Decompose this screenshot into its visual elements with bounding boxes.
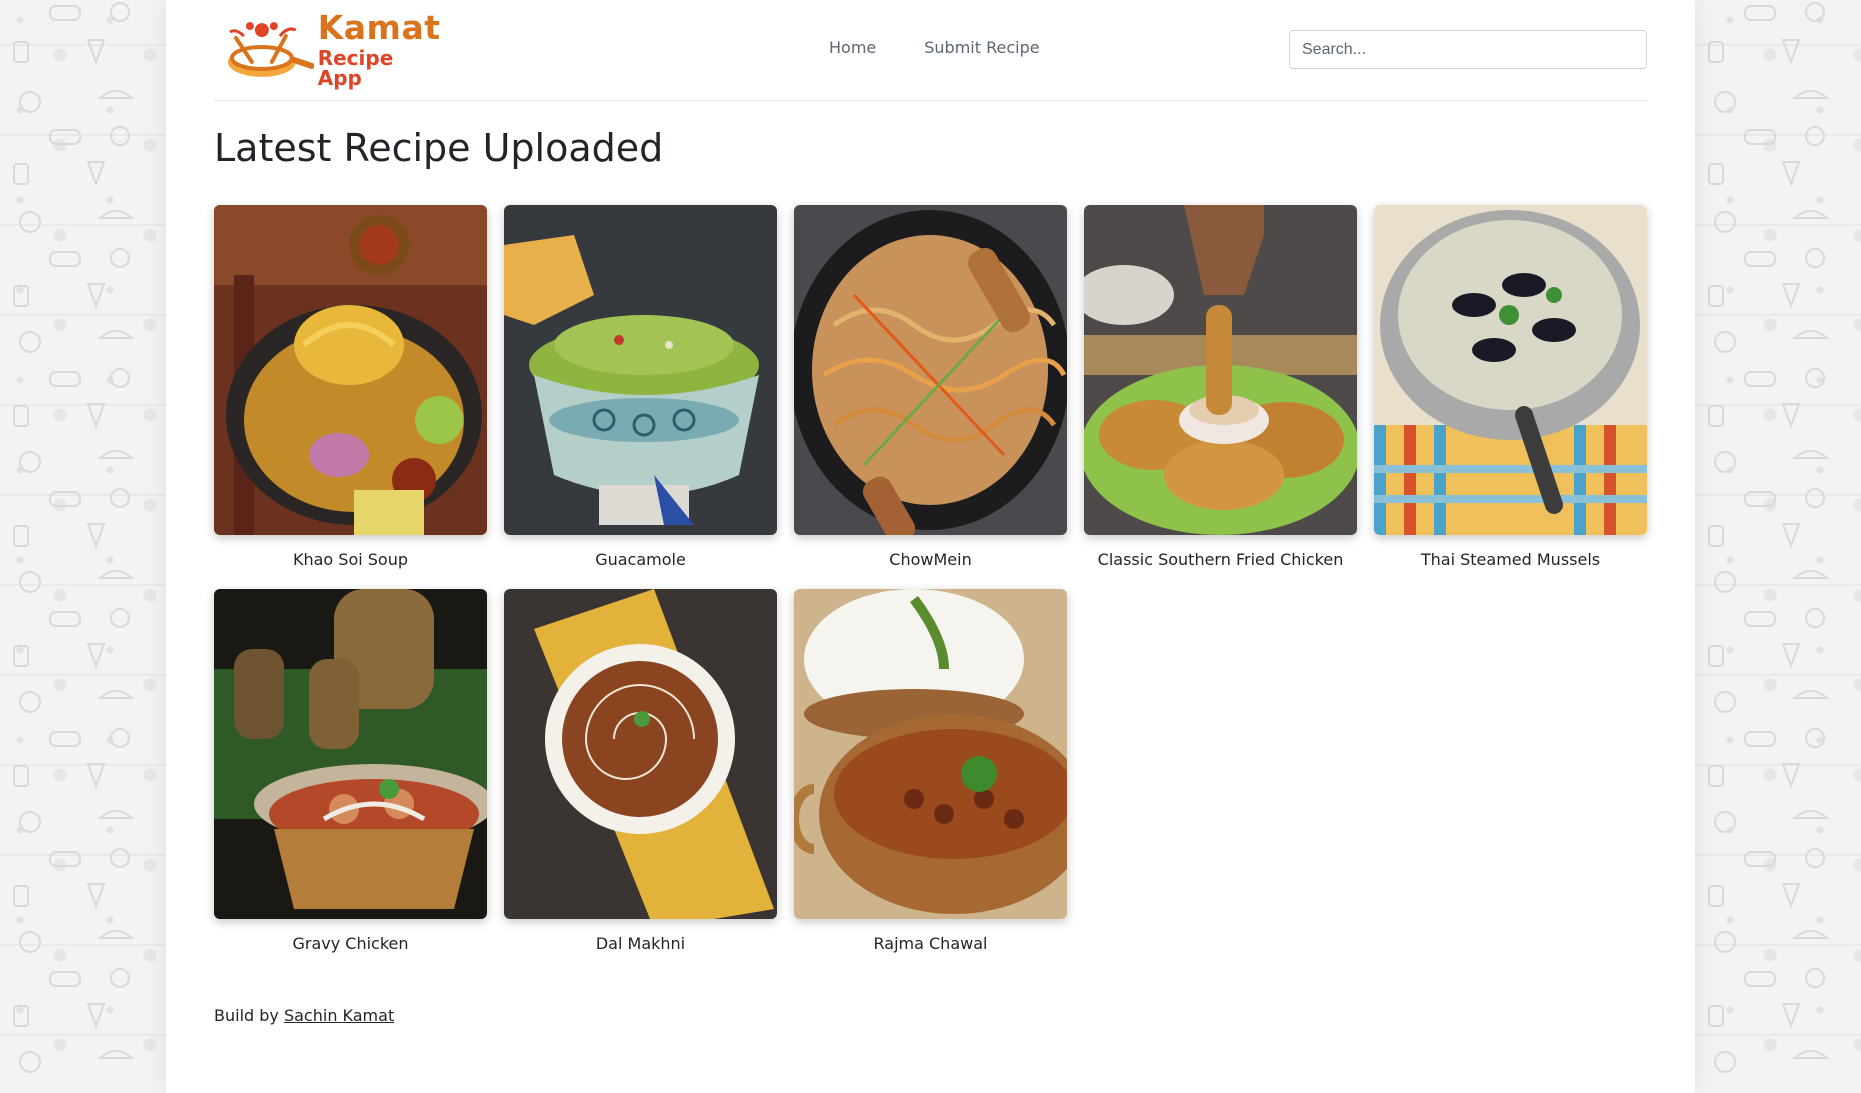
recipe-title: Guacamole bbox=[595, 550, 686, 569]
recipe-image bbox=[1084, 205, 1357, 535]
main-nav: Home Submit Recipe bbox=[829, 38, 1040, 57]
gravy-chicken-image bbox=[214, 589, 487, 919]
recipe-title: Classic Southern Fried Chicken bbox=[1097, 550, 1344, 569]
page-title: Latest Recipe Uploaded bbox=[214, 126, 664, 170]
recipe-title: Khao Soi Soup bbox=[292, 550, 409, 569]
recipe-card[interactable]: Dal Makhni bbox=[504, 589, 777, 953]
footer-prefix: Build by bbox=[214, 1006, 279, 1025]
recipe-card[interactable]: Rajma Chawal bbox=[794, 589, 1067, 953]
recipe-title: ChowMein bbox=[889, 550, 972, 569]
author-link[interactable]: Sachin Kamat bbox=[284, 1006, 394, 1025]
logo-link[interactable]: Kamat Recipe App bbox=[214, 11, 444, 88]
search-input[interactable] bbox=[1289, 30, 1647, 69]
mussels-image bbox=[1374, 205, 1647, 535]
page-container: Kamat Recipe App Home Submit Recipe Late… bbox=[166, 0, 1695, 1093]
khao-soi-soup-image bbox=[214, 205, 487, 535]
background-pattern-left bbox=[0, 0, 166, 1093]
logo-subtitle: Recipe App bbox=[317, 45, 394, 90]
recipe-card[interactable]: ChowMein bbox=[794, 205, 1067, 569]
site-header: Kamat Recipe App Home Submit Recipe bbox=[214, 0, 1647, 101]
nav-home-link[interactable]: Home bbox=[829, 38, 876, 57]
recipe-image bbox=[504, 205, 777, 535]
recipe-card[interactable]: Gravy Chicken bbox=[214, 589, 487, 953]
rajma-chawal-image bbox=[794, 589, 1067, 919]
recipe-card[interactable]: Guacamole bbox=[504, 205, 777, 569]
recipe-image bbox=[794, 205, 1067, 535]
logo-title: Kamat bbox=[317, 7, 441, 47]
fried-chicken-image bbox=[1084, 205, 1357, 535]
recipe-title: Dal Makhni bbox=[595, 934, 686, 953]
guacamole-image bbox=[504, 205, 777, 535]
recipe-image bbox=[214, 589, 487, 919]
recipe-image bbox=[504, 589, 777, 919]
recipe-image bbox=[794, 589, 1067, 919]
footer: Build by Sachin Kamat bbox=[214, 1006, 394, 1025]
recipe-image bbox=[214, 205, 487, 535]
logo-text: Kamat Recipe App bbox=[318, 11, 444, 88]
content-container: Kamat Recipe App Home Submit Recipe Late… bbox=[214, 0, 1647, 1025]
cooking-pan-logo-icon bbox=[227, 22, 314, 77]
recipe-title: Rajma Chawal bbox=[873, 934, 988, 953]
recipe-title: Thai Steamed Mussels bbox=[1420, 550, 1601, 569]
recipe-image bbox=[1374, 205, 1647, 535]
recipe-card[interactable]: Khao Soi Soup bbox=[214, 205, 487, 569]
recipe-title: Gravy Chicken bbox=[292, 934, 409, 953]
dal-makhni-image bbox=[504, 589, 777, 919]
background-pattern-right bbox=[1695, 0, 1861, 1093]
recipe-card[interactable]: Classic Southern Fried Chicken bbox=[1084, 205, 1357, 569]
chowmein-image bbox=[794, 205, 1067, 535]
nav-submit-recipe-link[interactable]: Submit Recipe bbox=[924, 38, 1039, 57]
recipe-card[interactable]: Thai Steamed Mussels bbox=[1374, 205, 1647, 569]
